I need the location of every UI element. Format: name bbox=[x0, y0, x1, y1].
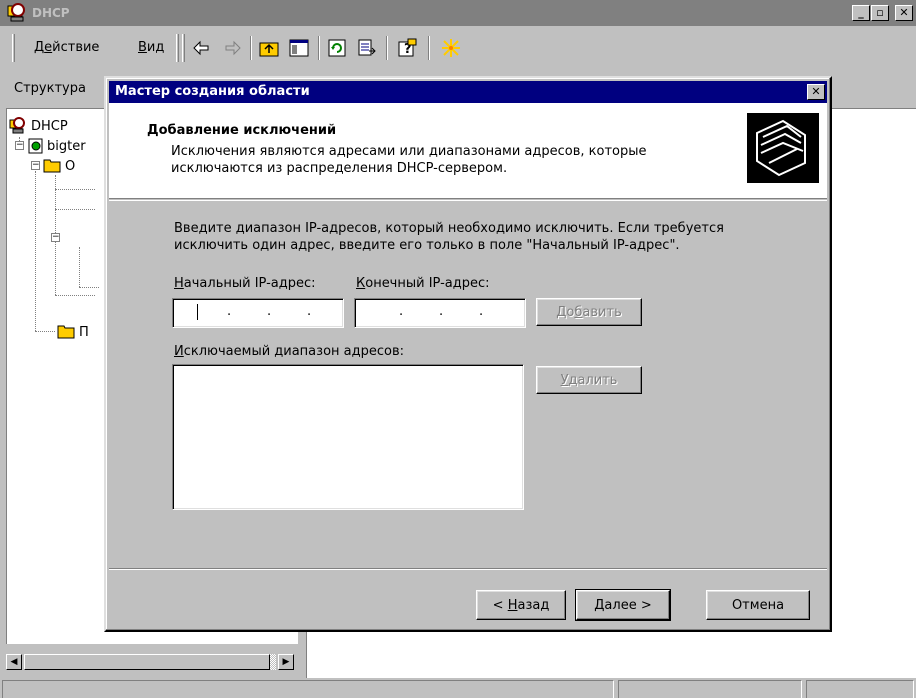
export-list-icon[interactable] bbox=[356, 37, 378, 59]
tree-expander[interactable]: − bbox=[15, 141, 24, 150]
toolbar-grip bbox=[182, 34, 185, 62]
toolbar-separator bbox=[318, 36, 320, 60]
wizard-header: Добавление исключений Исключения являютс… bbox=[109, 103, 827, 199]
start-ip-label: Начальный IP-адрес: bbox=[174, 276, 316, 291]
tree-expander[interactable]: − bbox=[31, 161, 40, 170]
excluded-range-list[interactable] bbox=[172, 364, 524, 510]
scroll-thumb[interactable] bbox=[24, 654, 270, 670]
instruction-text: Введите диапазон IP-адресов, который нео… bbox=[174, 221, 724, 253]
add-exclusion-button[interactable]: Добавить bbox=[536, 298, 642, 326]
close-window-button[interactable]: ✕ bbox=[895, 5, 913, 21]
folders-wizard-icon bbox=[747, 113, 819, 183]
scroll-left-button[interactable]: ◀ bbox=[6, 654, 22, 670]
dialog-title: Мастер создания области bbox=[115, 84, 310, 99]
start-ip-input[interactable]: . . . bbox=[172, 298, 344, 328]
excluded-range-label: Исключаемый диапазон адресов: bbox=[174, 344, 404, 359]
toolbar-grip bbox=[176, 34, 179, 62]
dialog-titlebar[interactable]: Мастер создания области ✕ bbox=[109, 81, 827, 103]
folder-icon bbox=[43, 159, 61, 173]
maximize-button[interactable]: ▫ bbox=[871, 5, 889, 21]
folder-icon bbox=[57, 325, 75, 339]
arrow-right-icon[interactable] bbox=[222, 37, 244, 59]
up-folder-icon[interactable] bbox=[258, 37, 280, 59]
dialog-separator bbox=[109, 568, 827, 570]
main-window-title: DHCP bbox=[32, 6, 70, 20]
cancel-button[interactable]: Отмена bbox=[706, 590, 810, 620]
dhcp-server-icon bbox=[7, 3, 25, 22]
server-icon bbox=[28, 138, 43, 154]
menu-view[interactable]: Вид bbox=[138, 40, 164, 55]
dialog-close-button[interactable]: ✕ bbox=[807, 84, 825, 100]
help-icon[interactable]: ? bbox=[396, 37, 418, 59]
text-caret bbox=[197, 304, 198, 320]
tree-root-label[interactable]: DHCP bbox=[31, 119, 68, 134]
tree-hscrollbar[interactable]: ◀ ▶ bbox=[6, 652, 298, 672]
arrow-left-icon[interactable] bbox=[190, 37, 212, 59]
menu-toolbar: Действие Вид ? bbox=[0, 28, 916, 68]
toolbar-separator bbox=[428, 36, 430, 60]
tree-child-label[interactable]: П bbox=[79, 325, 89, 340]
end-ip-label: Конечный IP-адрес: bbox=[356, 276, 490, 291]
toolbar-separator bbox=[250, 36, 252, 60]
show-hide-tree-icon[interactable] bbox=[288, 37, 310, 59]
back-button[interactable]: < Назад bbox=[476, 590, 566, 620]
scroll-right-button[interactable]: ▶ bbox=[278, 654, 294, 670]
menu-action[interactable]: Действие bbox=[34, 40, 99, 55]
scope-wizard-dialog: Мастер создания области ✕ Добавление иск… bbox=[104, 76, 832, 632]
main-titlebar[interactable]: DHCP _ ▫ ✕ bbox=[0, 0, 916, 26]
status-cell bbox=[806, 680, 914, 698]
status-cell bbox=[618, 680, 802, 698]
dhcp-server-icon bbox=[9, 117, 25, 134]
end-ip-input[interactable]: . . . bbox=[354, 298, 526, 328]
status-cell bbox=[2, 680, 614, 698]
new-star-icon[interactable] bbox=[440, 37, 462, 59]
next-button[interactable]: Далее > bbox=[575, 589, 671, 621]
remove-exclusion-button[interactable]: Удалить bbox=[536, 366, 642, 394]
tree-server-label[interactable]: bigter bbox=[47, 139, 86, 154]
refresh-icon[interactable] bbox=[326, 37, 348, 59]
status-bar bbox=[0, 678, 916, 698]
tree-child-label[interactable]: О bbox=[65, 159, 75, 174]
tree-expander[interactable]: − bbox=[51, 233, 60, 242]
minimize-button[interactable]: _ bbox=[852, 5, 870, 21]
header-title: Добавление исключений bbox=[147, 123, 337, 138]
toolbar-grip bbox=[12, 34, 15, 62]
toolbar-separator bbox=[386, 36, 388, 60]
header-description: Исключения являются адресами или диапазо… bbox=[171, 144, 647, 176]
tab-structure[interactable]: Структура bbox=[8, 76, 92, 102]
